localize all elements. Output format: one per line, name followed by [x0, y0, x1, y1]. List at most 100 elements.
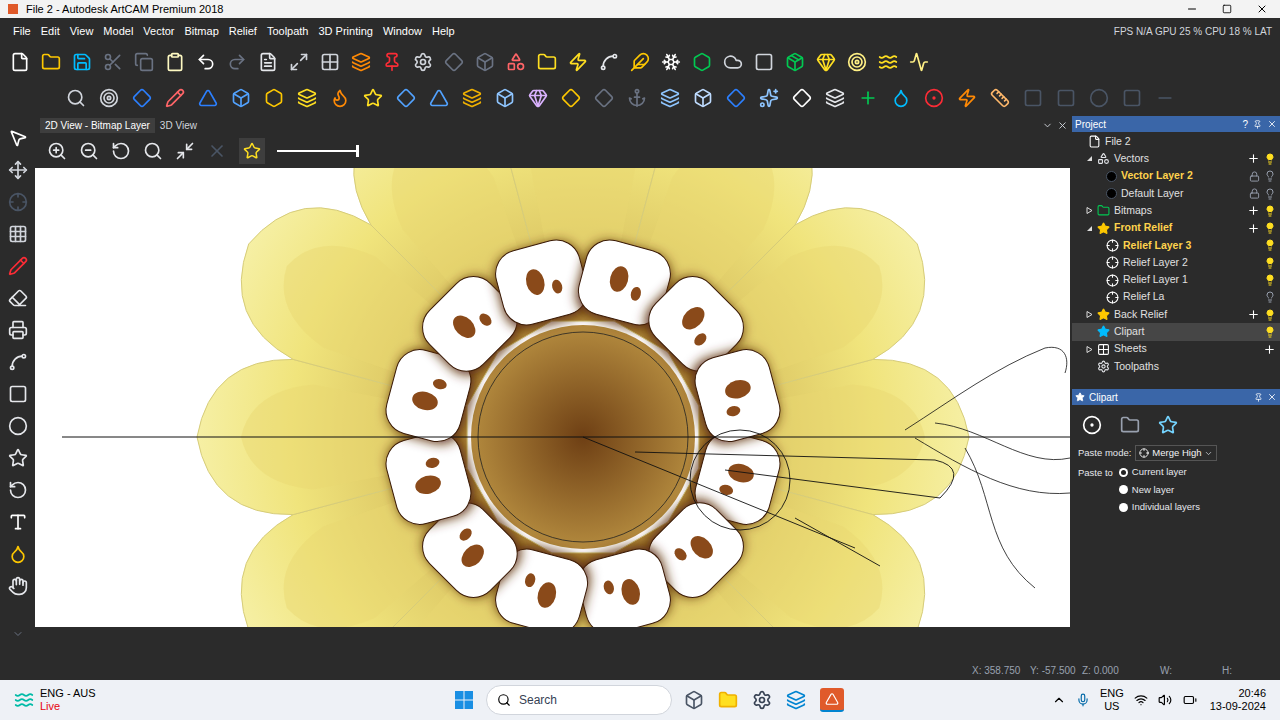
menu-item[interactable]: Help	[427, 23, 460, 40]
expanded-arrow-icon[interactable]	[1086, 155, 1093, 162]
add-layer-icon[interactable]	[1247, 308, 1260, 321]
add-layer-icon[interactable]	[1263, 343, 1276, 356]
tool-icon[interactable]	[8, 512, 28, 532]
menu-item[interactable]: Edit	[36, 23, 65, 40]
menu-item[interactable]: Vector	[138, 23, 179, 40]
tool-icon[interactable]	[8, 192, 28, 212]
close-panel-icon[interactable]	[1267, 119, 1277, 129]
toolbar-icon[interactable]	[990, 88, 1010, 108]
explorer-icon[interactable]	[718, 690, 738, 710]
visibility-icon[interactable]	[1264, 257, 1276, 269]
tool-icon[interactable]	[8, 128, 28, 148]
pin-icon[interactable]	[1253, 120, 1262, 129]
weather-widget[interactable]: ENG - AUSLive	[14, 687, 454, 713]
clipart-folder-icon[interactable]	[1120, 415, 1140, 435]
toolbar-icon[interactable]	[41, 52, 61, 72]
tool-icon[interactable]	[8, 480, 28, 500]
zoom-icon[interactable]	[143, 141, 163, 161]
tool-icon[interactable]	[8, 288, 28, 308]
zoom-icon[interactable]	[79, 141, 99, 161]
artcam-taskbar-icon[interactable]	[820, 688, 844, 712]
visibility-icon[interactable]	[1264, 170, 1276, 182]
toolbar-icon[interactable]	[495, 88, 515, 108]
tree-row[interactable]: Clipart	[1072, 323, 1280, 340]
toolbar-icon[interactable]	[103, 52, 123, 72]
menu-item[interactable]: File	[8, 23, 36, 40]
toolbar-icon[interactable]	[1155, 88, 1175, 108]
menu-item[interactable]: 3D Printing	[313, 23, 377, 40]
toolbar-icon[interactable]	[231, 88, 251, 108]
toolbar-icon[interactable]	[568, 52, 588, 72]
wifi-icon[interactable]	[1134, 693, 1148, 707]
toolbar-icon[interactable]	[396, 88, 416, 108]
paste-to-radio[interactable]: Individual layers	[1119, 500, 1200, 514]
zoom-icon[interactable]	[175, 141, 195, 161]
tool-icon[interactable]	[8, 256, 28, 276]
toolbar-icon[interactable]	[351, 52, 371, 72]
tree-row[interactable]: Relief La	[1072, 289, 1280, 306]
toolbar-icon[interactable]	[258, 52, 278, 72]
tool-icon[interactable]	[8, 160, 28, 180]
tool-icon[interactable]	[8, 224, 28, 244]
toolbar-icon[interactable]	[196, 52, 216, 72]
settings-app-icon[interactable]	[752, 690, 772, 710]
menu-item[interactable]: View	[65, 23, 99, 40]
menu-item[interactable]: Window	[378, 23, 427, 40]
toolbar-icon[interactable]	[382, 52, 402, 72]
menu-item[interactable]: Relief	[224, 23, 262, 40]
tree-row[interactable]: Vector Layer 2	[1072, 168, 1280, 185]
toolbar-icon[interactable]	[165, 88, 185, 108]
toolbar-icon[interactable]	[1056, 88, 1076, 108]
zoom-icon[interactable]	[111, 141, 131, 161]
toolbar-icon[interactable]	[561, 88, 581, 108]
taskbar-search[interactable]: Search	[486, 685, 672, 715]
toolbar-icon[interactable]	[847, 52, 867, 72]
toolbar-icon[interactable]	[429, 88, 449, 108]
menu-item[interactable]: Model	[98, 23, 138, 40]
visibility-icon[interactable]	[1264, 309, 1276, 321]
clipart-select-icon[interactable]	[1082, 415, 1102, 435]
tree-row[interactable]: Relief Layer 2	[1072, 254, 1280, 271]
toolbar-icon[interactable]	[66, 88, 86, 108]
battery-icon[interactable]	[1182, 693, 1198, 707]
close-panel-icon[interactable]	[1267, 392, 1277, 402]
lock-icon[interactable]	[1249, 188, 1260, 199]
toolbar-icon[interactable]	[785, 52, 805, 72]
toolbar-icon[interactable]	[599, 52, 619, 72]
toolbar-icon[interactable]	[134, 52, 154, 72]
language-indicator[interactable]: ENGUS	[1100, 687, 1124, 713]
tool-icon[interactable]	[8, 576, 28, 596]
help-button[interactable]: ?	[1242, 117, 1248, 132]
toolbar-icon[interactable]	[462, 88, 482, 108]
toolbar-icon[interactable]	[792, 88, 812, 108]
zoom-slider[interactable]	[277, 145, 359, 157]
windows-logo-icon[interactable]	[454, 690, 474, 710]
toolbar-icon[interactable]	[99, 88, 119, 108]
collapsed-arrow-icon[interactable]	[1086, 311, 1093, 318]
clock[interactable]: 20:4613-09-2024	[1210, 687, 1266, 713]
visibility-icon[interactable]	[1264, 326, 1276, 338]
clipart-add-icon[interactable]	[1158, 415, 1178, 435]
tree-row[interactable]: Sheets	[1072, 341, 1280, 358]
view-tab[interactable]: 2D View - Bitmap Layer	[40, 118, 155, 133]
toolbar-icon[interactable]	[528, 88, 548, 108]
view-tab[interactable]: 3D View	[155, 118, 202, 133]
visibility-icon[interactable]	[1264, 188, 1276, 200]
visibility-icon[interactable]	[1264, 239, 1276, 251]
tab-menu-icon[interactable]	[1042, 120, 1053, 131]
toolbar-icon[interactable]	[506, 52, 526, 72]
menu-item[interactable]: Toolpath	[262, 23, 314, 40]
tree-row[interactable]: Front Relief	[1072, 219, 1280, 236]
close-view-icon[interactable]	[1057, 120, 1068, 131]
tool-icon[interactable]	[8, 320, 28, 340]
toolbar-icon[interactable]	[10, 52, 30, 72]
close-icon[interactable]	[1256, 3, 1268, 15]
quick-tool-button[interactable]	[239, 138, 265, 164]
toolbar-icon[interactable]	[957, 88, 977, 108]
toolbar-icon[interactable]	[72, 52, 92, 72]
canvas[interactable]	[35, 168, 1070, 627]
task-view-icon[interactable]	[684, 690, 704, 710]
toolbar-icon[interactable]	[661, 52, 681, 72]
tree-row[interactable]: Relief Layer 1	[1072, 271, 1280, 288]
toolbar-icon[interactable]	[891, 88, 911, 108]
